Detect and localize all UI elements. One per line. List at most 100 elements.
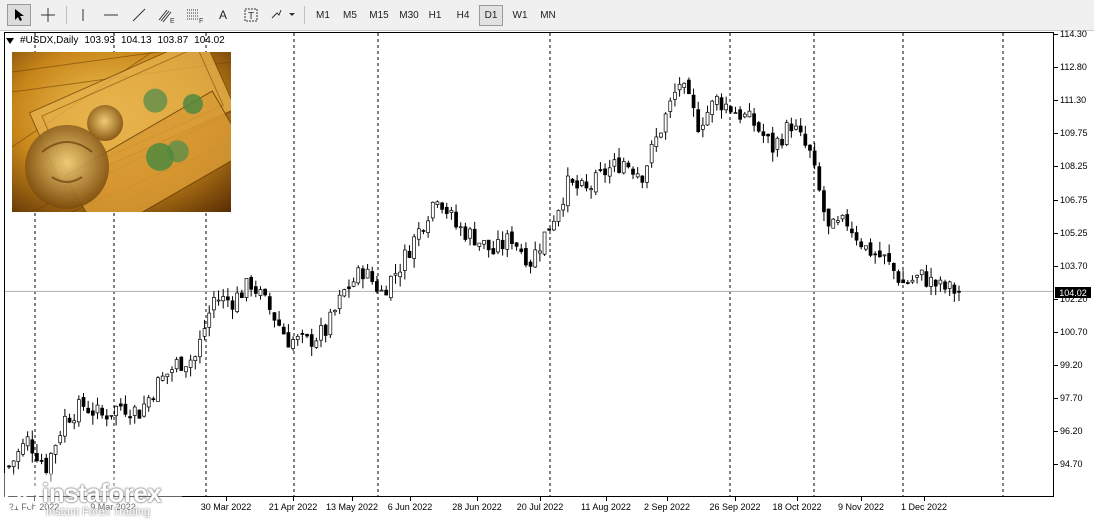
candle-body — [235, 292, 240, 312]
candle-body — [123, 403, 128, 415]
horizontal-line-icon[interactable] — [99, 4, 123, 26]
candle-body — [193, 356, 198, 361]
candle-body — [864, 245, 868, 250]
fibonacci-icon[interactable]: F — [183, 4, 207, 26]
candle-body — [905, 282, 910, 284]
price-tick — [1054, 265, 1058, 267]
trendline-icon[interactable] — [127, 4, 151, 26]
candle-body — [356, 267, 361, 284]
candle-body — [943, 281, 947, 290]
date-label: 13 May 2022 — [325, 502, 379, 512]
candle-body — [817, 166, 822, 191]
date-tick — [540, 497, 541, 501]
candle-body — [556, 210, 561, 222]
date-tick — [606, 497, 607, 501]
candle-body — [798, 125, 803, 133]
date-tick — [410, 497, 411, 501]
crosshair-icon[interactable] — [36, 4, 60, 26]
timeframe-m15[interactable]: M15 — [365, 5, 393, 26]
candle-body — [761, 131, 766, 136]
instaforex-watermark: instaforex Instant Forex Trading — [0, 473, 182, 521]
candle-body — [263, 288, 267, 296]
candle-body — [156, 377, 160, 402]
candle-body — [109, 414, 114, 417]
candle-body — [770, 132, 775, 153]
candle-body — [607, 167, 612, 177]
candle-body — [244, 278, 249, 298]
timeframe-m1[interactable]: M1 — [311, 5, 335, 26]
price-tick — [1054, 232, 1058, 234]
timeframe-m5[interactable]: M5 — [338, 5, 362, 26]
text-icon[interactable]: A — [211, 4, 235, 26]
candle-body — [794, 125, 798, 130]
candle-body — [100, 407, 104, 416]
candle-body — [635, 173, 640, 178]
candle-body — [538, 250, 542, 254]
collapse-triangle-icon[interactable] — [6, 37, 14, 44]
candle-body — [365, 268, 370, 279]
candle-body — [221, 296, 226, 302]
candle-body — [542, 231, 547, 255]
candle-body — [463, 226, 468, 240]
candle-body — [170, 369, 174, 373]
candle-body — [714, 96, 719, 105]
date-tick — [667, 497, 668, 501]
vertical-line-icon[interactable] — [72, 4, 94, 26]
chart-header: #USDX,Daily 103.93 104.13 103.87 104.02 — [6, 35, 225, 46]
candle-body — [598, 169, 603, 171]
candle-body — [114, 405, 118, 417]
candle-body — [682, 82, 687, 88]
text-label-icon[interactable]: T — [239, 4, 263, 26]
candle-body — [398, 271, 403, 278]
price-label: 100.70 — [1060, 326, 1088, 337]
candle-body — [370, 271, 375, 282]
date-label: 28 Jun 2022 — [452, 502, 502, 512]
candle-body — [16, 451, 21, 462]
timeframe-h4[interactable]: H4 — [451, 5, 475, 26]
candle-body — [21, 443, 25, 455]
candle-body — [719, 97, 724, 111]
candle-body — [286, 332, 291, 348]
candle-body — [44, 457, 49, 474]
timeframe-w1[interactable]: W1 — [508, 5, 532, 26]
candle-body — [742, 113, 747, 118]
ohlc-high: 104.13 — [120, 35, 152, 46]
equidistant-channel-icon[interactable]: E — [155, 4, 179, 26]
candle-body — [207, 312, 212, 328]
candle-body — [384, 289, 389, 296]
candle-body — [347, 286, 351, 290]
candle-body — [705, 111, 710, 126]
candle-body — [95, 404, 100, 414]
date-label: 11 Aug 2022 — [581, 502, 631, 512]
timeframe-m30[interactable]: M30 — [395, 5, 423, 26]
timeframe-h1[interactable]: H1 — [424, 5, 446, 26]
candle-body — [668, 100, 673, 112]
price-tick — [1054, 398, 1058, 400]
watermark-tagline: Instant Forex Trading — [46, 506, 150, 518]
date-label: 20 Jul 2022 — [516, 502, 564, 512]
candle-body — [7, 465, 11, 468]
cursor-icon[interactable] — [7, 4, 31, 26]
candle-body — [710, 100, 715, 115]
price-tick — [1054, 199, 1058, 201]
timeframe-d1[interactable]: D1 — [479, 5, 503, 26]
candle-body — [407, 250, 412, 258]
candle-body — [570, 178, 575, 183]
candle-body — [649, 143, 654, 164]
price-label: 105.25 — [1060, 227, 1088, 238]
toolbar: E F A T M1 M5 M15 M30 H1 H4 D1 W1 MN — [0, 0, 1094, 31]
price-label: 99.20 — [1060, 360, 1083, 370]
candle-body — [593, 172, 598, 193]
candle-body — [435, 201, 440, 205]
candle-body — [165, 373, 170, 378]
candle-body — [845, 214, 850, 227]
candle-body — [929, 276, 933, 287]
candle-body — [333, 309, 337, 313]
candle-body — [58, 435, 63, 444]
timeframe-mn[interactable]: MN — [536, 5, 560, 26]
candle-body — [454, 211, 458, 228]
candle-body — [416, 228, 421, 240]
ohlc-open: 103.93 — [84, 35, 115, 46]
arrows-icon[interactable] — [267, 4, 297, 26]
date-tick — [924, 497, 925, 501]
